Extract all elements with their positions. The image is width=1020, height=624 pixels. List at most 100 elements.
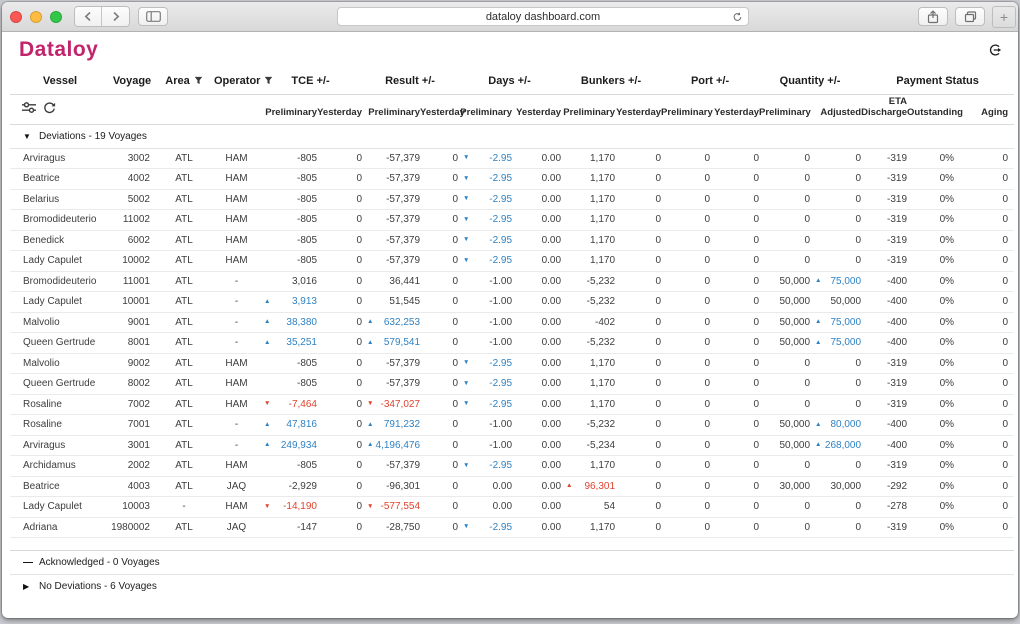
table-row[interactable]: Arviragus3001ATL-▲249,9340▲4,196,4760-1.…	[10, 435, 1014, 456]
refresh-button[interactable]	[43, 101, 56, 117]
table-row[interactable]: Bromodideuterio11001ATL-3,016036,4410-1.…	[10, 271, 1014, 292]
cell-value: -2.95	[489, 378, 512, 389]
column-group-days: Days +/-	[458, 68, 561, 94]
sub-column-result-preliminary: Preliminary	[362, 94, 420, 124]
forward-button[interactable]	[102, 7, 129, 26]
expand-icon[interactable]: ▶	[23, 582, 39, 591]
cell-port-preliminary: 0	[661, 230, 710, 251]
column-settings-button[interactable]	[22, 101, 36, 117]
cell-eta-discharge: -319	[861, 353, 907, 374]
cell-operator: -	[214, 415, 259, 436]
cell-quantity-preliminary: 50,000	[759, 435, 810, 456]
table-row[interactable]: Bromodideuterio11002ATLHAM-8050-57,3790▼…	[10, 210, 1014, 231]
refresh-icon	[43, 101, 56, 114]
logout-button[interactable]	[988, 43, 1002, 60]
cell-days-yesterday: 0.00	[512, 271, 561, 292]
back-button[interactable]	[75, 7, 102, 26]
section-header[interactable]: ▶No Deviations - 6 Voyages	[10, 575, 1014, 599]
cell-result-preliminary: -57,379	[362, 456, 420, 477]
cell-bunkers-yesterday: 0	[615, 497, 661, 518]
section-header[interactable]: —Acknowledged - 0 Voyages	[10, 551, 1014, 575]
table-row[interactable]: Arviragus3002ATLHAM-8050-57,3790▼-2.950.…	[10, 148, 1014, 169]
window-controls	[10, 11, 62, 23]
cell-vessel: Malvolio	[10, 353, 110, 374]
cell-quantity-adjusted: ▲268,000	[810, 435, 861, 456]
cell-bunkers-yesterday: 0	[615, 148, 661, 169]
cell-area: ATL	[154, 312, 214, 333]
tabs-button[interactable]	[955, 7, 985, 26]
cell-aging: 0	[954, 210, 1014, 231]
arrow-down-icon: ▼	[463, 237, 469, 244]
cell-eta-discharge: -400	[861, 312, 907, 333]
url-bar[interactable]: dataloy dashboard.com	[337, 7, 749, 26]
cell-outstanding: 0%	[907, 456, 954, 477]
cell-quantity-preliminary: 50,000	[759, 271, 810, 292]
zoom-button[interactable]	[50, 11, 62, 23]
cell-bunkers-yesterday: 0	[615, 251, 661, 272]
cell-voyage: 2002	[110, 456, 154, 477]
cell-tce-preliminary: -147	[259, 517, 317, 538]
cell-bunkers-preliminary: 1,170	[561, 374, 615, 395]
column-group-label: Payment Status	[896, 75, 979, 87]
collapse-icon[interactable]: ▼	[23, 132, 39, 141]
table-row[interactable]: Beatrice4003ATLJAQ-2,9290-96,30100.000.0…	[10, 476, 1014, 497]
logout-icon	[988, 43, 1002, 57]
cell-quantity-preliminary: 0	[759, 517, 810, 538]
cell-vessel: Queen Gertrude	[10, 333, 110, 354]
close-button[interactable]	[10, 11, 22, 23]
section-header-cell[interactable]: ▼Deviations - 19 Voyages	[10, 124, 1014, 148]
table-row[interactable]: Rosaline7001ATL-▲47,8160▲791,2320-1.000.…	[10, 415, 1014, 436]
table-row[interactable]: Malvolio9001ATL-▲38,3800▲632,2530-1.000.…	[10, 312, 1014, 333]
table-row[interactable]: Archidamus2002ATLHAM-8050-57,3790▼-2.950…	[10, 456, 1014, 477]
cell-value: -14,190	[283, 501, 317, 512]
table-row[interactable]: Lady Capulet10003-HAM▼-14,1900▼-577,5540…	[10, 497, 1014, 518]
cell-aging: 0	[954, 476, 1014, 497]
cell-tce-yesterday: 0	[317, 353, 362, 374]
section-header[interactable]: ▼Deviations - 19 Voyages	[10, 124, 1014, 148]
table-row[interactable]: Queen Gertrude8001ATL-▲35,2510▲579,5410-…	[10, 333, 1014, 354]
section-header-cell[interactable]: —Acknowledged - 0 Voyages	[10, 551, 1014, 575]
minimize-button[interactable]	[30, 11, 42, 23]
sidebar-icon	[146, 11, 161, 22]
filter-icon[interactable]	[264, 76, 273, 85]
cell-aging: 0	[954, 230, 1014, 251]
cell-bunkers-yesterday: 0	[615, 169, 661, 190]
cell-bunkers-yesterday: 0	[615, 353, 661, 374]
cell-value: 96,301	[584, 481, 615, 492]
cell-area: ATL	[154, 189, 214, 210]
cell-days-preliminary: ▼-2.95	[458, 517, 512, 538]
new-tab-button[interactable]: +	[992, 6, 1016, 28]
cell-days-preliminary: ▼-2.95	[458, 148, 512, 169]
share-button[interactable]	[918, 7, 948, 26]
sidebar-toggle-button[interactable]	[138, 7, 168, 26]
cell-port-yesterday: 0	[710, 517, 759, 538]
cell-port-preliminary: 0	[661, 271, 710, 292]
cell-port-preliminary: 0	[661, 517, 710, 538]
reload-icon[interactable]	[732, 11, 743, 26]
table-row[interactable]: Queen Gertrude8002ATLHAM-8050-57,3790▼-2…	[10, 374, 1014, 395]
table-row[interactable]: Benedick6002ATLHAM-8050-57,3790▼-2.950.0…	[10, 230, 1014, 251]
cell-aging: 0	[954, 353, 1014, 374]
cell-voyage: 9001	[110, 312, 154, 333]
table-row[interactable]: Beatrice4002ATLHAM-8050-57,3790▼-2.950.0…	[10, 169, 1014, 190]
cell-bunkers-yesterday: 0	[615, 394, 661, 415]
cell-aging: 0	[954, 251, 1014, 272]
voyage-table: VesselVoyageAreaOperatorTCE +/-Result +/…	[10, 68, 1014, 599]
table-row[interactable]: Malvolio9002ATLHAM-8050-57,3790▼-2.950.0…	[10, 353, 1014, 374]
cell-bunkers-preliminary: 1,170	[561, 394, 615, 415]
cell-value: 75,000	[830, 276, 861, 287]
browser-window: dataloy dashboard.com + Dataloy VesselVo…	[2, 2, 1018, 618]
cell-aging: 0	[954, 148, 1014, 169]
table-row[interactable]: Rosaline7002ATLHAM▼-7,4640▼-347,0270▼-2.…	[10, 394, 1014, 415]
dash-icon[interactable]: —	[23, 557, 39, 568]
cell-bunkers-preliminary: -5,232	[561, 415, 615, 436]
table-row[interactable]: Lady Capulet10001ATL-▲3,913051,5450-1.00…	[10, 292, 1014, 313]
cell-outstanding: 0%	[907, 230, 954, 251]
table-row[interactable]: Belarius5002ATLHAM-8050-57,3790▼-2.950.0…	[10, 189, 1014, 210]
cell-area: ATL	[154, 456, 214, 477]
section-header-cell[interactable]: ▶No Deviations - 6 Voyages	[10, 575, 1014, 599]
filter-icon[interactable]	[194, 76, 203, 85]
table-row[interactable]: Lady Capulet10002ATLHAM-8050-57,3790▼-2.…	[10, 251, 1014, 272]
table-row[interactable]: Adriana1980002ATLJAQ-1470-28,7500▼-2.950…	[10, 517, 1014, 538]
cell-voyage: 10003	[110, 497, 154, 518]
